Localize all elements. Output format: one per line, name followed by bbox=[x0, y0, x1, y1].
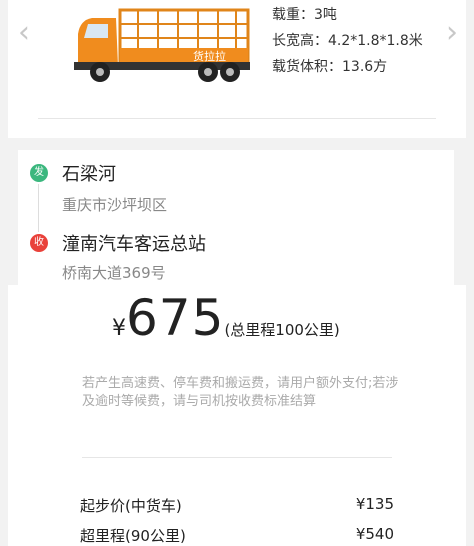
vehicle-card: ‹ 货拉拉 载重：3吨 长宽高：4.2*1.8*1.8米 载货体积：13.6方 … bbox=[8, 0, 466, 138]
divider bbox=[82, 457, 392, 458]
fee-notice: 若产生高速费、停车费和搬运费，请用户额外支付;若涉及逾时等候费，请与司机按收费标… bbox=[82, 376, 399, 409]
fee-label: 超里程(90公里) bbox=[80, 527, 186, 545]
price-card: ¥675(总里程100公里) 若产生高速费、停车费和搬运费，请用户额外支付;若涉… bbox=[8, 285, 466, 546]
vehicle-specs: 载重：3吨 长宽高：4.2*1.8*1.8米 载货体积：13.6方 bbox=[272, 2, 423, 80]
origin-name: 石梁河 bbox=[62, 164, 116, 185]
fee-amount: ¥135 bbox=[355, 495, 394, 513]
fee-label: 起步价(中货车) bbox=[80, 497, 182, 515]
spec-load: 载重：3吨 bbox=[272, 7, 337, 23]
destination-pin-icon: 收 bbox=[30, 234, 48, 252]
route-connector bbox=[38, 184, 39, 232]
price-distance-note: (总里程100公里) bbox=[224, 321, 340, 339]
origin-pin-icon: 发 bbox=[30, 164, 48, 182]
price-total: ¥675(总里程100公里) bbox=[112, 289, 340, 347]
divider bbox=[38, 118, 436, 119]
spec-volume: 载货体积：13.6方 bbox=[272, 59, 388, 75]
chevron-right-icon[interactable]: › bbox=[446, 18, 458, 48]
price-amount: 675 bbox=[126, 289, 225, 347]
destination-name: 潼南汽车客运总站 bbox=[62, 234, 206, 255]
destination-address: 桥南大道369号 bbox=[62, 264, 166, 282]
route-card: 发 石梁河 重庆市沙坪坝区 收 潼南汽车客运总站 桥南大道369号 bbox=[18, 150, 454, 290]
chevron-left-icon[interactable]: ‹ bbox=[18, 18, 30, 48]
fee-row-extra-distance: 超里程(90公里) ¥540 bbox=[80, 525, 394, 546]
fee-amount: ¥540 bbox=[355, 525, 394, 543]
currency-symbol: ¥ bbox=[112, 316, 126, 341]
fee-row-base: 起步价(中货车) ¥135 bbox=[80, 495, 394, 516]
truck-image: 货拉拉 bbox=[74, 8, 250, 82]
origin-address: 重庆市沙坪坝区 bbox=[62, 196, 168, 214]
spec-dimensions: 长宽高：4.2*1.8*1.8米 bbox=[272, 33, 423, 49]
truck-brand-text: 货拉拉 bbox=[193, 49, 226, 63]
